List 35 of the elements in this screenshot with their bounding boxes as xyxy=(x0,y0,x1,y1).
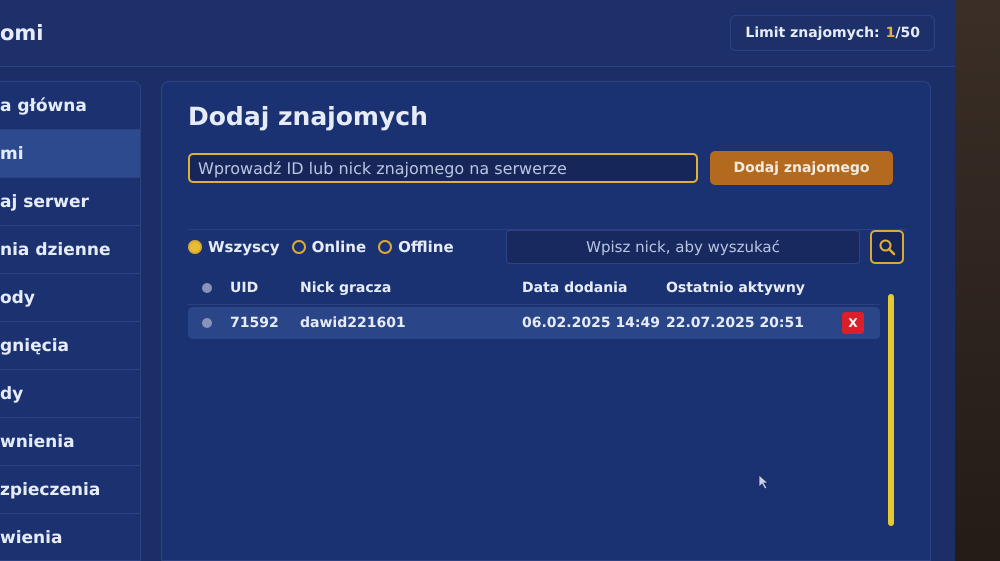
limit-label: Limit znajomych: xyxy=(745,25,880,41)
filter-radio[interactable]: Offline xyxy=(378,238,454,256)
sidebar-item[interactable]: wnienia xyxy=(0,418,140,466)
table-cell-text: 71592 xyxy=(230,315,280,331)
scrollbar[interactable] xyxy=(888,294,894,526)
delete-button[interactable]: X xyxy=(842,312,864,334)
friend-id-field[interactable]: Wprowadź ID lub nick znajomego na serwerze xyxy=(188,153,698,183)
filter-radio[interactable]: Wszyscy xyxy=(188,238,280,256)
search-icon xyxy=(878,238,896,256)
friend-row[interactable]: 71592 dawid221601 06.02.2025 14:49 22.07.2025 20:51 X xyxy=(188,307,880,339)
sidebar-item[interactable]: ody xyxy=(0,274,140,322)
search-button[interactable] xyxy=(870,230,904,264)
sidebar-item[interactable]: mi xyxy=(0,130,140,178)
table-cell-text: 06.02.2025 14:49 xyxy=(522,315,662,331)
limit-max: /50 xyxy=(895,25,920,41)
column-header: Ostatnio aktywny xyxy=(666,280,806,296)
limit-count: 1 xyxy=(886,25,896,41)
sidebar-item[interactable]: zpieczenia xyxy=(0,466,140,514)
search-field[interactable]: Wpisz nick, aby wyszukać xyxy=(506,230,860,264)
column-header: Nick gracza xyxy=(300,280,392,296)
sidebar-item[interactable]: wienia xyxy=(0,514,140,560)
cursor-icon xyxy=(758,474,770,490)
column-header: UID xyxy=(230,280,260,296)
page-title: omi xyxy=(0,21,44,45)
add-friend-button[interactable]: Dodaj znajomego xyxy=(710,151,893,185)
status-dot xyxy=(202,283,212,293)
filter-radio[interactable]: Online xyxy=(292,238,366,256)
column-header: Data dodania xyxy=(522,280,628,296)
sidebar-item[interactable]: dy xyxy=(0,370,140,418)
sidebar-item[interactable]: gnięcia xyxy=(0,322,140,370)
table-cell-text: 22.07.2025 20:51 xyxy=(666,315,806,331)
section-title: Dodaj znajomych xyxy=(188,102,429,131)
sidebar-item[interactable]: nia dzienne xyxy=(0,226,140,274)
table-cell-text: dawid221601 xyxy=(300,315,407,331)
sidebar-item[interactable]: aj serwer xyxy=(0,178,140,226)
